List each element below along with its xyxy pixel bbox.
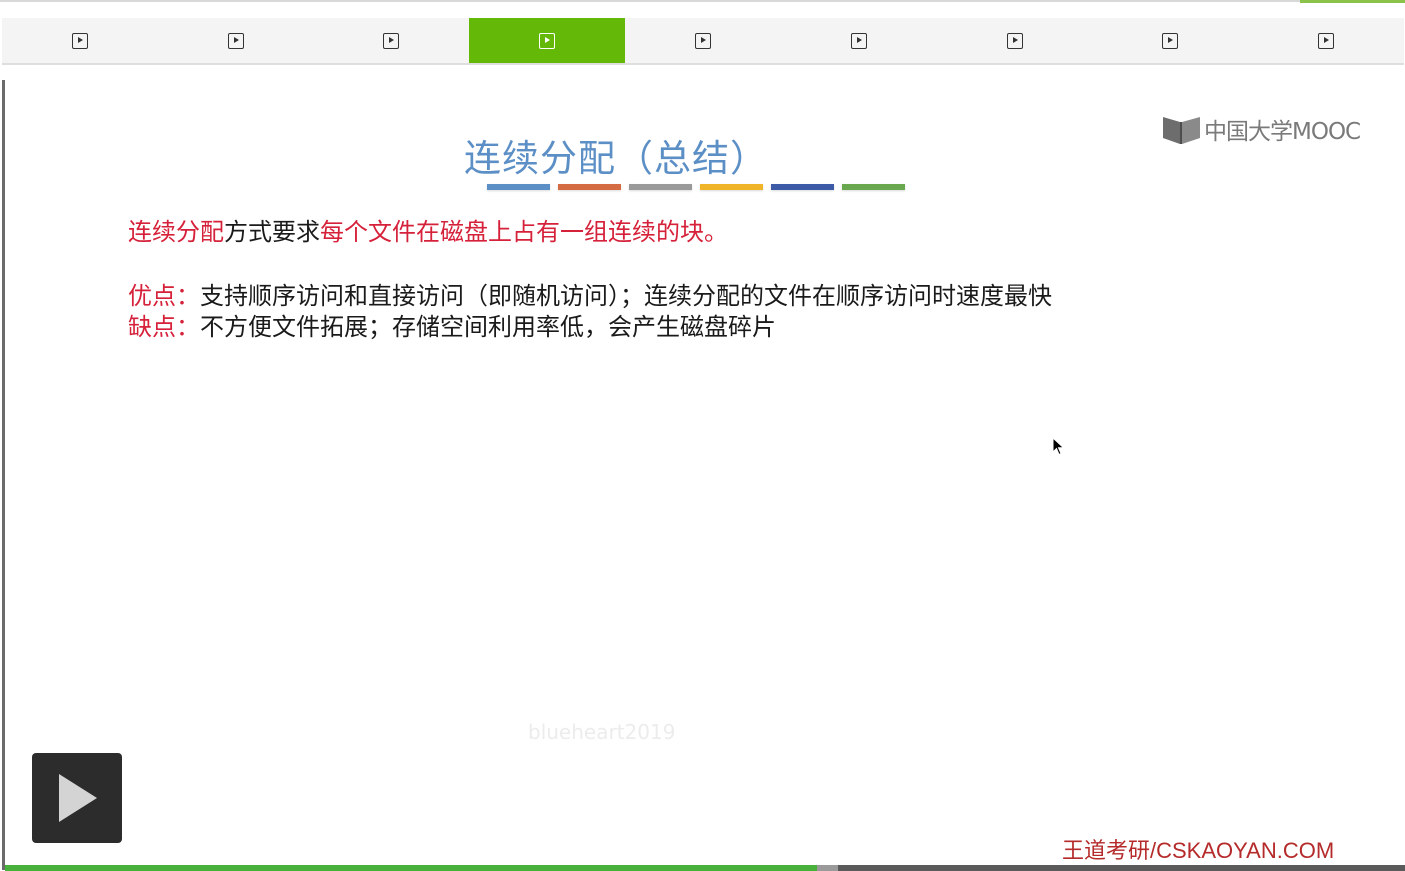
- slide-title: 连续分配（总结）: [464, 137, 768, 180]
- title-bar-4: [700, 184, 763, 190]
- chapter-tab-8[interactable]: [1092, 18, 1248, 63]
- play-square-icon: [1006, 32, 1023, 49]
- play-square-icon: [227, 32, 244, 49]
- play-square-icon: [695, 32, 712, 49]
- video-progress-fill: [5, 865, 817, 871]
- chapter-tab-5[interactable]: [625, 18, 781, 63]
- play-square-icon: [1318, 32, 1335, 49]
- play-square-icon: [850, 32, 867, 49]
- play-button[interactable]: [32, 753, 122, 843]
- definition-detail: 每个文件在磁盘上占有一组连续的块。: [320, 218, 728, 246]
- top-accent-line: [1300, 0, 1405, 3]
- play-square-icon: [539, 32, 556, 49]
- definition-line: 连续分配方式要求每个文件在磁盘上占有一组连续的块。: [128, 212, 728, 247]
- definition-connector: 方式要求: [224, 218, 320, 246]
- chapter-tab-1[interactable]: [2, 18, 158, 63]
- disadvantages-label: 缺点：: [128, 313, 200, 341]
- play-square-icon: [383, 32, 400, 49]
- mooc-logo-text: 中国大学MOOC: [1204, 119, 1361, 145]
- advantages-line: 优点：支持顺序访问和直接访问（即随机访问）；连续分配的文件在顺序访问时速度最快: [128, 276, 1052, 311]
- title-bar-6: [842, 184, 905, 190]
- play-icon: [59, 774, 97, 822]
- chapter-tab-9[interactable]: [1248, 18, 1404, 63]
- play-square-icon: [1162, 32, 1179, 49]
- mouse-cursor-icon: [1052, 437, 1065, 456]
- chapter-tab-7[interactable]: [937, 18, 1093, 63]
- video-progress-bar[interactable]: [5, 865, 1405, 871]
- play-square-icon: [71, 32, 88, 49]
- mooc-logo: 中国大学MOOC: [1162, 112, 1361, 146]
- title-bar-2: [558, 184, 621, 190]
- watermark: blueheart2019: [528, 720, 676, 744]
- chapter-tab-bar: [2, 18, 1404, 65]
- advantages-text: 支持顺序访问和直接访问（即随机访问）；连续分配的文件在顺序访问时速度最快: [200, 282, 1052, 310]
- top-border: [0, 0, 1405, 2]
- video-buffer-fill: [817, 865, 838, 871]
- title-bar-1: [487, 184, 550, 190]
- title-bar-3: [629, 184, 692, 190]
- chapter-tab-3[interactable]: [314, 18, 470, 63]
- disadvantages-text: 不方便文件拓展；存储空间利用率低，会产生磁盘碎片: [200, 313, 776, 341]
- title-bar-5: [771, 184, 834, 190]
- chapter-tab-6[interactable]: [781, 18, 937, 63]
- disadvantages-line: 缺点：不方便文件拓展；存储空间利用率低，会产生磁盘碎片: [128, 307, 776, 342]
- advantages-label: 优点：: [128, 282, 200, 310]
- chapter-tab-2[interactable]: [158, 18, 314, 63]
- definition-term: 连续分配: [128, 218, 224, 246]
- mooc-book-icon: [1163, 117, 1200, 144]
- slide-canvas: [5, 80, 1405, 865]
- brand-footer: 王道考研/CSKAOYAN.COM: [1062, 838, 1335, 863]
- title-color-bars: [487, 184, 905, 190]
- chapter-tab-4[interactable]: [469, 18, 626, 63]
